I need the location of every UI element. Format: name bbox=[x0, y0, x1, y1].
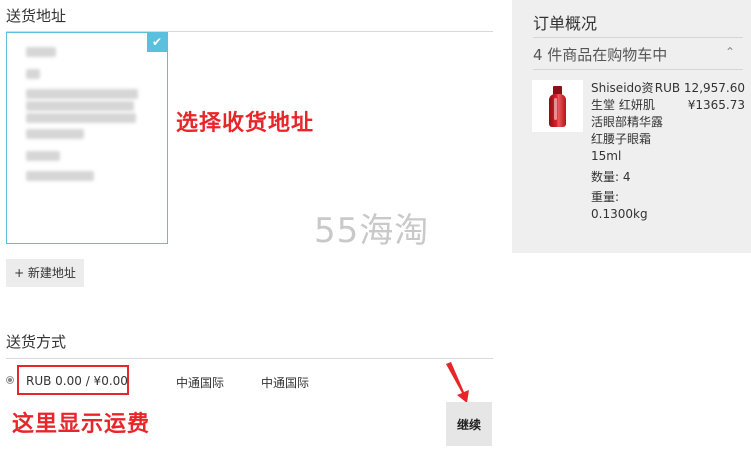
product-weight-value: 0.1300kg bbox=[591, 207, 648, 221]
check-icon: ✔ bbox=[147, 33, 167, 52]
address-section-title: 送货地址 bbox=[6, 7, 67, 25]
blurred-address-line bbox=[26, 113, 136, 123]
product-quantity: 数量: 4 bbox=[591, 170, 631, 184]
order-summary-title: 订单概况 bbox=[533, 14, 598, 33]
product-name: Shiseido资生堂 红妍肌活眼部精华露 红腰子眼霜 15ml bbox=[591, 81, 664, 163]
order-summary-panel: 订单概况 4 件商品在购物车中 ⌃ Shiseido资生堂 红妍肌活眼部精华露 … bbox=[512, 0, 751, 253]
chevron-up-icon[interactable]: ⌃ bbox=[725, 45, 735, 59]
address-card-selected[interactable]: ✔ bbox=[6, 32, 168, 244]
address-annotation: 选择收货地址 bbox=[176, 111, 315, 136]
cart-count-toggle[interactable]: 4 件商品在购物车中 bbox=[533, 44, 667, 65]
product-price-cny: ¥1365.73 bbox=[687, 98, 745, 112]
blurred-address-line bbox=[26, 171, 94, 181]
product-thumbnail[interactable] bbox=[532, 80, 583, 132]
blurred-address-line bbox=[26, 47, 56, 57]
product-price-rub: RUB 12,957.60 bbox=[654, 81, 745, 95]
product-price: RUB 12,957.60 ¥1365.73 bbox=[655, 80, 745, 114]
watermark-logo: 55海淘 bbox=[314, 211, 430, 251]
shipping-section-title: 送货方式 bbox=[6, 333, 67, 351]
blurred-address-line bbox=[26, 129, 84, 139]
shipping-annotation: 这里显示运费 bbox=[12, 412, 151, 437]
blurred-address-line bbox=[26, 69, 40, 79]
blurred-address-line bbox=[26, 151, 60, 161]
shipping-radio[interactable] bbox=[6, 376, 14, 384]
add-address-button[interactable]: + 新建地址 bbox=[6, 259, 84, 287]
blurred-address-line bbox=[26, 89, 138, 99]
blurred-address-line bbox=[26, 101, 134, 111]
summary-divider bbox=[533, 69, 743, 70]
continue-button[interactable]: 继续 bbox=[446, 402, 492, 446]
summary-divider bbox=[533, 37, 743, 38]
shipping-carrier: 中通国际 bbox=[176, 376, 225, 390]
shipping-divider bbox=[6, 358, 493, 359]
arrow-icon bbox=[446, 362, 469, 403]
shipping-carrier-detail: 中通国际 bbox=[261, 376, 310, 390]
shipping-price: RUB 0.00 / ¥0.00 bbox=[26, 374, 128, 388]
product-weight-label: 重量: bbox=[591, 190, 620, 204]
